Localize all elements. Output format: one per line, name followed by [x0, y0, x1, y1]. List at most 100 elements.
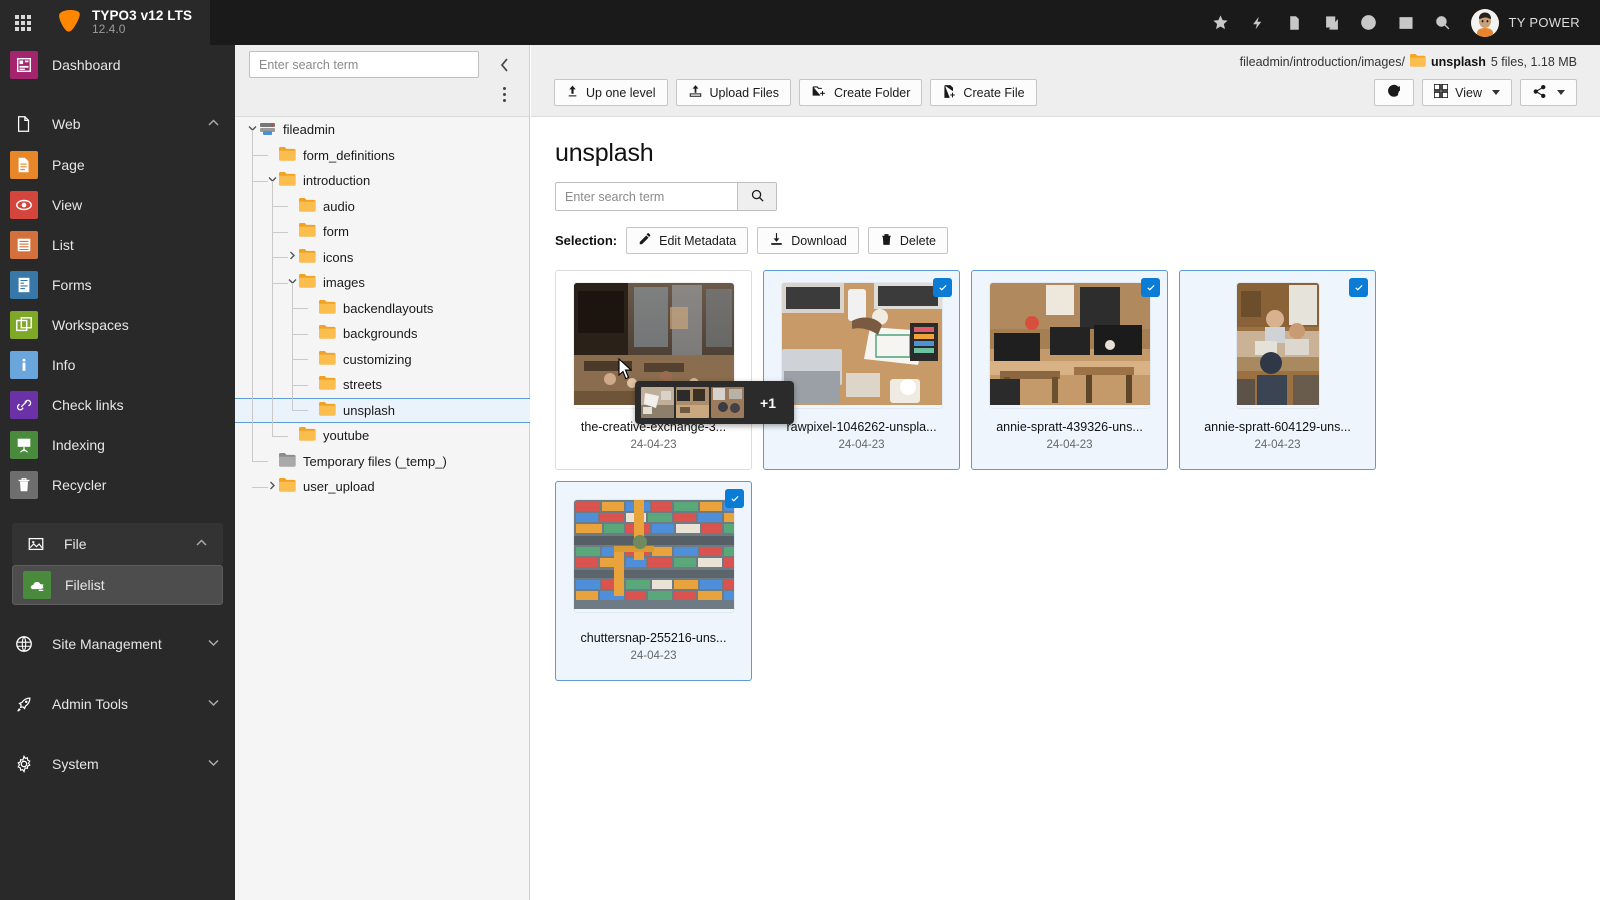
create-folder-button[interactable]: Create Folder — [799, 79, 922, 106]
tree-node-introduction[interactable]: introduction — [235, 168, 530, 194]
tree-connector — [292, 308, 308, 309]
breadcrumb: fileadmin/introduction/images/ unsplash … — [1240, 54, 1577, 70]
delete-button[interactable]: Delete — [868, 227, 948, 254]
file-date: 24-04-23 — [1046, 439, 1092, 451]
tree-node-label: user_upload — [303, 480, 375, 493]
file-tile[interactable]: annie-spratt-439326-uns...24-04-23 — [971, 270, 1168, 470]
sidebar-item-filelist[interactable]: Filelist — [12, 565, 223, 605]
folder-icon — [319, 402, 336, 419]
reload-icon — [1386, 83, 1402, 102]
kebab-menu-icon[interactable] — [493, 83, 515, 105]
sidebar-item-label: Forms — [52, 277, 225, 293]
folder-grey-icon — [279, 453, 296, 470]
copy-icon[interactable] — [1313, 0, 1350, 45]
file-tile[interactable]: chuttersnap-255216-uns...24-04-23 — [555, 481, 752, 681]
file-date: 24-04-23 — [838, 439, 884, 451]
upload-files-button[interactable]: Upload Files — [676, 79, 791, 106]
search-input[interactable] — [555, 182, 737, 211]
button-label: Create File — [963, 86, 1024, 100]
sidebar-item-view[interactable]: View — [0, 185, 235, 225]
pencil-icon — [638, 232, 652, 249]
share-icon — [1532, 84, 1547, 102]
edit-metadata-button[interactable]: Edit Metadata — [626, 227, 748, 254]
tree-search-input[interactable] — [249, 51, 479, 78]
sidebar-item-workspaces[interactable]: Workspaces — [0, 305, 235, 345]
drag-preview-tooltip: +1 — [635, 381, 794, 424]
sidebar-item-page[interactable]: Page — [0, 145, 235, 185]
sidebar-item-web[interactable]: Web — [0, 103, 235, 145]
tree-connector — [272, 257, 288, 258]
sidebar-item-info[interactable]: Info — [0, 345, 235, 385]
document-icon[interactable] — [1276, 0, 1313, 45]
view-mode-button[interactable]: View — [1422, 79, 1512, 106]
sidebar-item-label: Filelist — [65, 577, 212, 593]
folder-icon — [299, 198, 316, 215]
tree-node-label: youtube — [323, 429, 369, 442]
share-button[interactable] — [1520, 79, 1577, 106]
folder-icon — [319, 376, 336, 393]
reload-button[interactable] — [1374, 79, 1414, 106]
sidebar-item-check-links[interactable]: Check links — [0, 385, 235, 425]
bookmarks-star-icon[interactable] — [1202, 0, 1239, 45]
sidebar-item-list[interactable]: List — [0, 225, 235, 265]
download-button[interactable]: Download — [757, 227, 859, 254]
module-toolbar: Up one level Upload Files Create Folder Cre… — [531, 45, 1600, 117]
folder-icon — [279, 147, 296, 164]
globe-icon — [10, 630, 38, 658]
tree-node-label: backendlayouts — [343, 302, 433, 315]
selection-checkbox[interactable] — [1349, 278, 1368, 297]
module-sidebar: DashboardWebPageViewListFormsWorkspacesI… — [0, 45, 235, 900]
sidebar-item-forms[interactable]: Forms — [0, 265, 235, 305]
new-file-icon — [942, 84, 956, 102]
thumbnail-wrapper — [574, 495, 734, 617]
list-icon[interactable] — [1387, 0, 1424, 45]
sidebar-item-recycler[interactable]: Recycler — [0, 465, 235, 505]
folder-icon — [319, 300, 336, 317]
sidebar-item-label: System — [52, 756, 208, 772]
sidebar-item-label: View — [52, 197, 225, 213]
sidebar-item-dashboard[interactable]: Dashboard — [0, 45, 235, 85]
sidebar-item-admin-tools[interactable]: Admin Tools — [0, 683, 235, 725]
tree-node-fileadmin[interactable]: fileadmin — [235, 117, 530, 143]
sidebar-item-site-management[interactable]: Site Management — [0, 623, 235, 665]
up-one-level-button[interactable]: Up one level — [554, 79, 668, 106]
tree-node-customizing[interactable]: customizing — [235, 347, 530, 373]
selection-checkbox[interactable] — [933, 278, 952, 297]
tree-node-form-definitions[interactable]: form_definitions — [235, 143, 530, 169]
search-icon[interactable] — [1424, 0, 1461, 45]
tree-node-unsplash[interactable]: unsplash — [235, 398, 530, 424]
upload-icon — [688, 84, 703, 101]
file-tile[interactable]: rawpixel-1046262-unspla... 24-04-23 — [763, 270, 960, 470]
trash-icon — [880, 232, 893, 250]
trash-icon — [10, 471, 38, 499]
tree-connector — [252, 487, 268, 488]
chevron-left-icon[interactable] — [493, 54, 515, 76]
file-tile[interactable]: the-creative-exchange-3...24-04-23 — [555, 270, 752, 470]
sidebar-item-file[interactable]: File — [12, 523, 223, 565]
brand[interactable]: TYPO3 v12 LTS 12.4.0 — [45, 0, 210, 45]
tree-node-user-upload[interactable]: user_upload — [235, 474, 530, 500]
file-tile[interactable]: annie-spratt-604129-uns...24-04-23 — [1179, 270, 1376, 470]
tree-node-label: form — [323, 225, 349, 238]
flash-lightning-icon[interactable] — [1239, 0, 1276, 45]
user-menu[interactable]: TY POWER — [1461, 0, 1588, 45]
file-name: rawpixel-1046262-unspla... — [774, 420, 949, 434]
tree-node-backendlayouts[interactable]: backendlayouts — [235, 296, 530, 322]
selection-checkbox[interactable] — [725, 489, 744, 508]
tree-node-streets[interactable]: streets — [235, 372, 530, 398]
module-menu-toggle[interactable] — [0, 0, 45, 45]
tree-node-temporary-files-temp-[interactable]: Temporary files (_temp_) — [235, 449, 530, 475]
folder-icon — [279, 478, 296, 495]
delete-label: Delete — [900, 234, 936, 248]
search-submit-button[interactable] — [737, 182, 777, 211]
sidebar-item-label: Recycler — [52, 477, 225, 493]
sidebar-item-indexing[interactable]: Indexing — [0, 425, 235, 465]
sidebar-item-system[interactable]: System — [0, 743, 235, 785]
chevron-down-icon — [208, 698, 219, 710]
file-date: 24-04-23 — [630, 650, 676, 662]
tree-node-backgrounds[interactable]: backgrounds — [235, 321, 530, 347]
chevron-up-icon — [196, 538, 207, 550]
selection-checkbox[interactable] — [1141, 278, 1160, 297]
create-file-button[interactable]: Create File — [930, 79, 1036, 106]
help-question-icon[interactable] — [1350, 0, 1387, 45]
